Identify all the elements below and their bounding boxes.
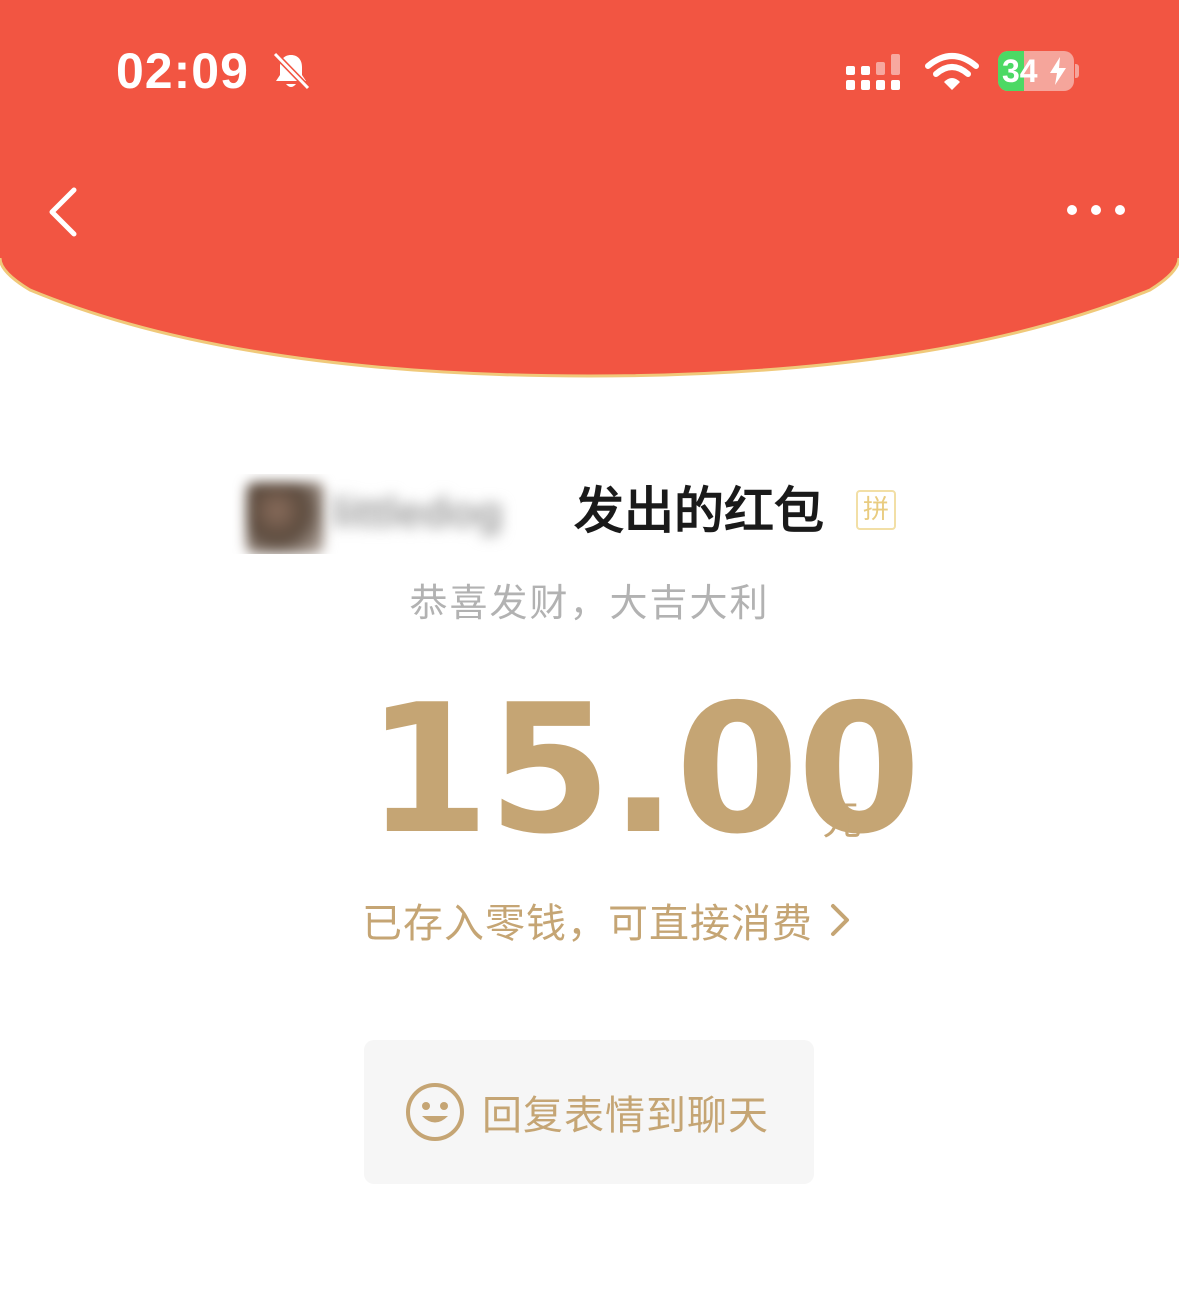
- bell-slash-icon: [272, 51, 311, 91]
- envelope-title: 发出的红包: [574, 482, 824, 540]
- more-options-button[interactable]: [1062, 192, 1130, 228]
- battery-percent: 34: [1002, 53, 1038, 89]
- status-bar: 02:09 34: [0, 0, 1179, 140]
- battery-body: 34: [998, 51, 1074, 91]
- cellular-signal-icon: [846, 54, 900, 90]
- sender-name: littledog: [332, 488, 504, 537]
- wifi-icon: [925, 53, 979, 90]
- reply-sticker-button[interactable]: 回复表情到聊天: [364, 1040, 814, 1184]
- group-pin-badge: 拼: [856, 490, 896, 530]
- charging-bolt-icon: [1050, 57, 1066, 85]
- currency-unit: 元: [822, 798, 862, 844]
- chevron-left-icon: [49, 187, 77, 237]
- status-time: 02:09: [116, 43, 249, 99]
- reply-button-label: 回复表情到聊天: [482, 1093, 769, 1139]
- red-packet-detail-screen: 02:09 34 littledog 发出的红包 拼 恭喜发财，大吉大利 15.…: [0, 0, 1179, 1298]
- battery-cap: [1075, 64, 1079, 78]
- chevron-right-icon: [831, 904, 849, 936]
- back-button[interactable]: [40, 180, 96, 244]
- wallet-balance-link[interactable]: 已存入零钱，可直接消费: [362, 892, 853, 948]
- greeting-message: 恭喜发财，大吉大利: [409, 581, 770, 625]
- smiley-face-icon: [406, 1083, 464, 1141]
- amount-row: 15.00 元: [0, 680, 1179, 860]
- sender-avatar: [246, 482, 324, 554]
- sender-title-row: littledog 发出的红包 拼: [0, 466, 1179, 556]
- wallet-note: 已存入零钱，可直接消费: [362, 901, 813, 947]
- more-dots-icon: [1067, 205, 1125, 215]
- sender-redacted: littledog: [232, 474, 612, 554]
- battery-indicator: 34: [998, 51, 1079, 91]
